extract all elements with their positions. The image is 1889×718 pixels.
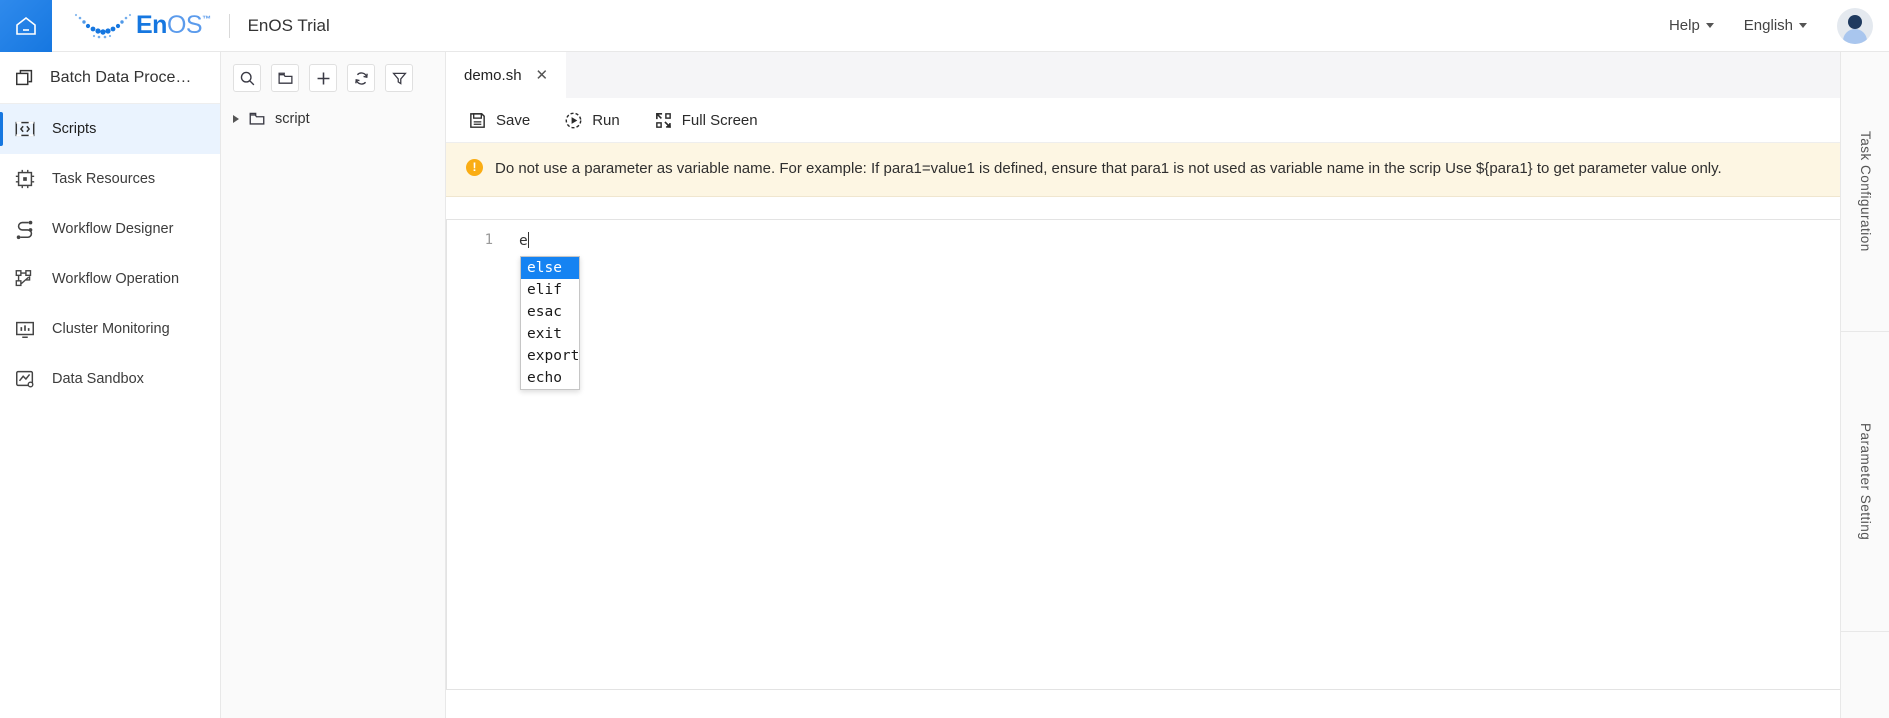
home-button[interactable]: [0, 0, 52, 52]
autocomplete-popup[interactable]: else elif esac exit export echo: [520, 256, 580, 390]
chevron-right-icon[interactable]: [233, 115, 239, 123]
sidebar-item-cluster-monitoring[interactable]: Cluster Monitoring: [0, 304, 220, 354]
fullscreen-icon: [654, 111, 673, 130]
autocomplete-item-else[interactable]: else: [521, 257, 579, 279]
sidebar-item-label: Task Resources: [52, 171, 155, 187]
logo-tm-text: ™: [202, 14, 211, 24]
sidebar-item-scripts[interactable]: Scripts: [0, 104, 220, 154]
code-line-1: e: [519, 232, 529, 249]
sidebar-header-title: Batch Data Proce…: [50, 69, 191, 87]
full-screen-button[interactable]: Full Screen: [654, 111, 758, 130]
warning-text: Do not use a parameter as variable name.…: [495, 157, 1722, 180]
editor-tab-label: demo.sh: [464, 67, 522, 84]
chip-icon: [14, 168, 36, 190]
help-menu[interactable]: Help: [1669, 17, 1714, 34]
autocomplete-item-echo[interactable]: echo: [521, 367, 579, 389]
run-label: Run: [592, 112, 620, 129]
floppy-disk-icon: [468, 111, 487, 130]
editor-tabstrip: demo.sh ✕: [446, 52, 1840, 98]
top-bar: En OS ™ EnOS Trial Help English: [0, 0, 1889, 52]
warning-icon: !: [466, 159, 483, 176]
file-panel: script: [221, 52, 446, 718]
code-text: e: [519, 233, 528, 249]
sidebar-item-label: Scripts: [52, 121, 96, 137]
task-configuration-panel-toggle[interactable]: Task Configuration: [1841, 52, 1889, 332]
enos-logo-icon: [72, 11, 134, 41]
folder-icon: [248, 110, 266, 128]
autocomplete-item-export[interactable]: export: [521, 345, 579, 367]
close-icon[interactable]: ✕: [536, 66, 549, 84]
chevron-down-icon: [1799, 23, 1807, 28]
sidebar-item-workflow-operation[interactable]: Workflow Operation: [0, 254, 220, 304]
text-cursor: [528, 232, 529, 248]
play-circle-icon: [564, 111, 583, 130]
parameter-setting-label: Parameter Setting: [1858, 423, 1873, 540]
sidebar-item-label: Workflow Designer: [52, 221, 173, 237]
refresh-icon: [353, 70, 370, 87]
save-button[interactable]: Save: [468, 111, 530, 130]
app-title: EnOS Trial: [248, 16, 330, 36]
warning-banner: ! Do not use a parameter as variable nam…: [446, 143, 1840, 197]
enos-wordmark: En OS ™: [136, 11, 211, 40]
sidebar-item-label: Data Sandbox: [52, 371, 144, 387]
new-folder-button[interactable]: [271, 64, 299, 92]
logo-os-text: OS: [167, 11, 202, 40]
autocomplete-item-exit[interactable]: exit: [521, 323, 579, 345]
task-configuration-label: Task Configuration: [1858, 131, 1873, 252]
editor-toolbar: Save Run Full Screen: [446, 98, 1840, 143]
avatar-body: [1843, 29, 1867, 44]
autocomplete-item-elif[interactable]: elif: [521, 279, 579, 301]
autocomplete-item-esac[interactable]: esac: [521, 301, 579, 323]
language-label: English: [1744, 17, 1793, 34]
line-number: 1: [447, 220, 505, 248]
editor-area: demo.sh ✕ Save Run: [446, 52, 1840, 718]
save-label: Save: [496, 112, 530, 129]
chevron-down-icon: [1706, 23, 1714, 28]
top-bar-actions: Help English: [1669, 8, 1889, 44]
parameter-setting-panel-toggle[interactable]: Parameter Setting: [1841, 332, 1889, 632]
refresh-button[interactable]: [347, 64, 375, 92]
run-button[interactable]: Run: [564, 111, 620, 130]
sidebar-item-label: Workflow Operation: [52, 271, 179, 287]
right-rail: Task Configuration Parameter Setting: [1840, 52, 1889, 718]
sidebar-item-label: Cluster Monitoring: [52, 321, 170, 337]
brand: En OS ™ EnOS Trial: [72, 11, 330, 41]
search-button[interactable]: [233, 64, 261, 92]
code-brackets-icon: [14, 118, 36, 140]
filter-icon: [391, 70, 408, 87]
file-panel-toolbar: [221, 52, 445, 104]
tree-item-label: script: [275, 111, 310, 127]
brand-divider: [229, 14, 230, 38]
sidebar-item-data-sandbox[interactable]: Data Sandbox: [0, 354, 220, 404]
code-editor[interactable]: 1 e else elif esac exit export echo: [446, 219, 1840, 690]
new-folder-icon: [277, 70, 294, 87]
sidebar-header: Batch Data Proce…: [0, 52, 220, 104]
workflow-icon: [14, 218, 36, 240]
avatar[interactable]: [1837, 8, 1873, 44]
add-button[interactable]: [309, 64, 337, 92]
editor-gutter: 1: [447, 220, 505, 689]
monitor-chart-icon: [14, 318, 36, 340]
editor-tab-demo-sh[interactable]: demo.sh ✕: [446, 52, 566, 98]
avatar-head: [1848, 15, 1862, 29]
plus-icon: [315, 70, 332, 87]
stack-icon: [14, 67, 36, 89]
sandbox-icon: [14, 368, 36, 390]
full-screen-label: Full Screen: [682, 112, 758, 129]
filter-button[interactable]: [385, 64, 413, 92]
help-label: Help: [1669, 17, 1700, 34]
nodes-icon: [14, 268, 36, 290]
logo-en-text: En: [136, 11, 167, 40]
home-icon: [14, 14, 38, 38]
sidebar: Batch Data Proce… Scripts Task Resources…: [0, 52, 221, 718]
sidebar-item-workflow-designer[interactable]: Workflow Designer: [0, 204, 220, 254]
tree-item-script[interactable]: script: [221, 104, 445, 134]
search-icon: [239, 70, 256, 87]
language-menu[interactable]: English: [1744, 17, 1807, 34]
sidebar-item-task-resources[interactable]: Task Resources: [0, 154, 220, 204]
